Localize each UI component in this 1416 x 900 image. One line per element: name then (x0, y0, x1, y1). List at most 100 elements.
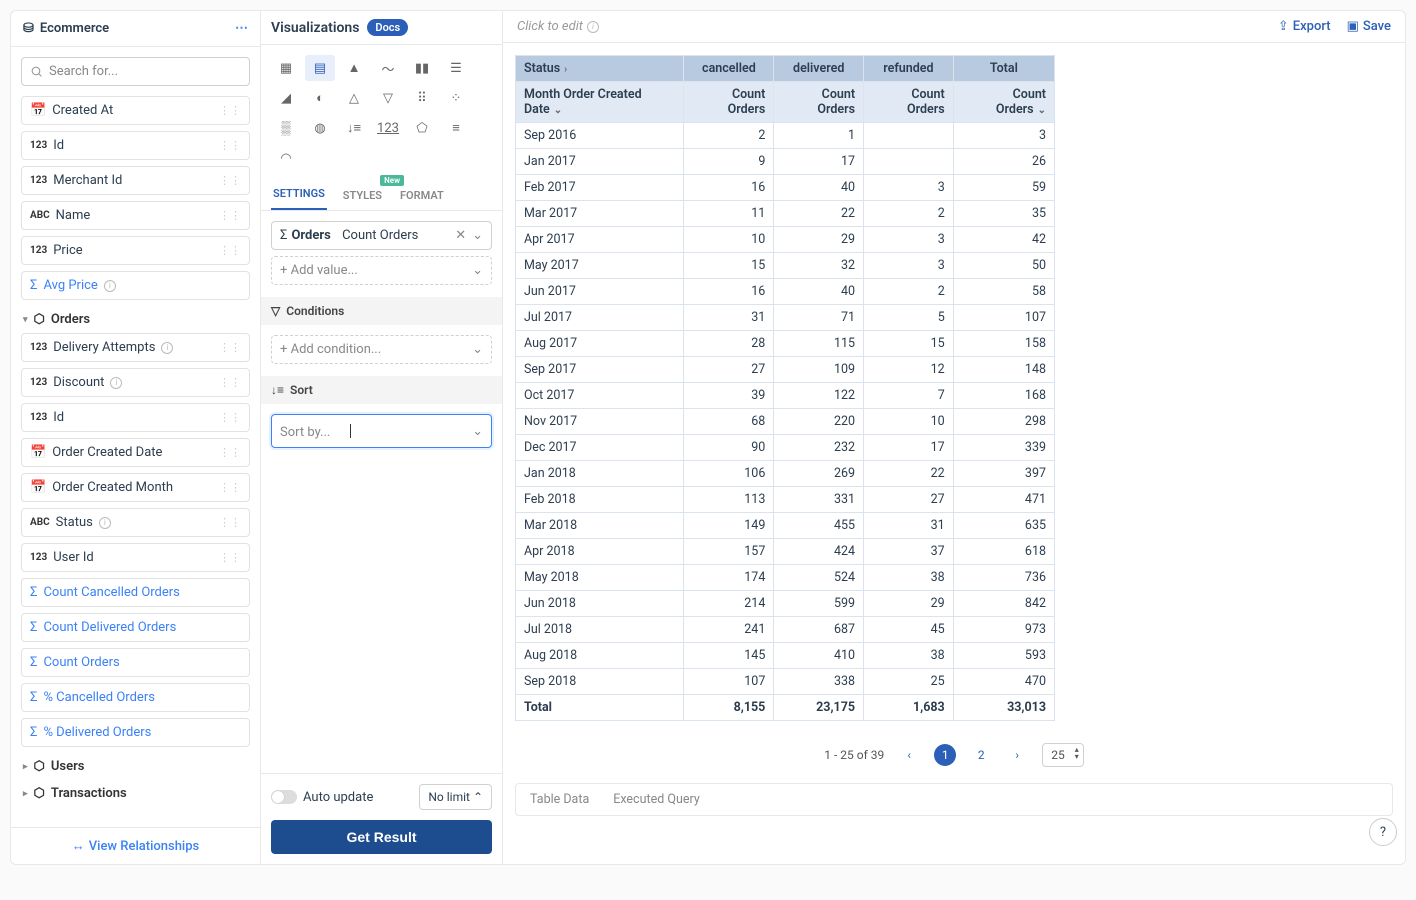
field-item[interactable]: 123User Id⋮⋮ (21, 543, 250, 572)
viz-sort-icon[interactable]: ↓≡ (339, 115, 369, 141)
save-button[interactable]: ▣Save (1347, 19, 1391, 34)
field-item[interactable]: 📅Order Created Date⋮⋮ (21, 438, 250, 467)
measure-item[interactable]: ΣCount Delivered Orders (21, 613, 250, 642)
viz-scatter-icon[interactable]: ⠿ (407, 85, 437, 111)
cell-month: Apr 2018 (516, 539, 684, 565)
sort-header: ↓≡Sort (261, 376, 502, 404)
title-input[interactable]: Click to editi (517, 19, 599, 34)
field-item[interactable]: 📅Order Created Month⋮⋮ (21, 473, 250, 502)
grip-icon[interactable]: ⋮⋮ (219, 481, 241, 494)
add-value-button[interactable]: + Add value...⌄ (271, 256, 492, 285)
grip-icon[interactable]: ⋮⋮ (219, 411, 241, 424)
table-row: Feb 20171640359 (516, 175, 1055, 201)
field-item[interactable]: 123Delivery Attempts i⋮⋮ (21, 333, 250, 362)
tab-executed-query[interactable]: Executed Query (613, 792, 700, 807)
sub-header[interactable]: Count Orders (684, 82, 774, 123)
grip-icon[interactable]: ⋮⋮ (219, 209, 241, 222)
grip-icon[interactable]: ⋮⋮ (219, 551, 241, 564)
sub-header[interactable]: Count Orders (774, 82, 864, 123)
page-1-button[interactable]: 1 (934, 744, 956, 766)
measure-item[interactable]: Σ% Delivered Orders (21, 718, 250, 747)
viz-map-icon[interactable]: ◍ (305, 115, 335, 141)
next-page-button[interactable]: › (1006, 744, 1028, 766)
page-2-button[interactable]: 2 (970, 744, 992, 766)
cell: 232 (774, 435, 864, 461)
docs-badge[interactable]: Docs (367, 19, 408, 36)
viz-heatmap-icon[interactable]: ▒ (271, 115, 301, 141)
auto-update-toggle[interactable] (271, 790, 297, 804)
grip-icon[interactable]: ⋮⋮ (219, 174, 241, 187)
grip-icon[interactable]: ⋮⋮ (219, 516, 241, 529)
month-header[interactable]: Month Order Created Date⌄ (516, 82, 684, 123)
help-button[interactable]: ? (1369, 818, 1397, 846)
status-header[interactable]: Status› (516, 56, 684, 82)
col-header[interactable]: refunded (864, 56, 954, 82)
viz-number-icon[interactable]: 123 (373, 115, 403, 141)
viz-pivot-icon[interactable]: ▤ (305, 55, 335, 81)
grip-icon[interactable]: ⋮⋮ (219, 139, 241, 152)
viz-polygon-icon[interactable]: ⬠ (407, 115, 437, 141)
viz-gauge-icon[interactable]: ◠ (271, 145, 301, 171)
field-item[interactable]: ABCStatus i⋮⋮ (21, 508, 250, 537)
page-size-select[interactable]: 25▴▾ (1042, 743, 1084, 767)
grip-icon[interactable]: ⋮⋮ (219, 341, 241, 354)
group-orders[interactable]: ▾⬡Orders (21, 306, 250, 333)
grip-icon[interactable]: ⋮⋮ (219, 376, 241, 389)
viz-funnel-icon[interactable]: ▽ (373, 85, 403, 111)
sub-header[interactable]: Count Orders (864, 82, 954, 123)
caret-down-icon[interactable]: ⌄ (472, 228, 483, 243)
type-icon: 123 (30, 377, 47, 388)
viz-bar-icon[interactable]: ▲ (339, 55, 369, 81)
grip-icon[interactable]: ⋮⋮ (219, 446, 241, 459)
col-header[interactable]: delivered (774, 56, 864, 82)
field-item[interactable]: 123Id⋮⋮ (21, 131, 250, 160)
field-item[interactable]: 📅Created At⋮⋮ (21, 96, 250, 125)
grip-icon[interactable]: ⋮⋮ (219, 104, 241, 117)
measure-item[interactable]: ΣCount Orders (21, 648, 250, 677)
viz-hbar-icon[interactable]: ☰ (441, 55, 471, 81)
sub-header[interactable]: Count Orders⌄ (953, 82, 1054, 123)
tab-table-data[interactable]: Table Data (530, 792, 589, 807)
col-header[interactable]: Total (953, 56, 1054, 82)
sigma-icon: Σ (30, 725, 37, 740)
cell: 593 (953, 643, 1054, 669)
tab-settings[interactable]: SETTINGS (271, 179, 327, 210)
viz-bubble-icon[interactable]: ⁘ (441, 85, 471, 111)
col-header[interactable]: cancelled (684, 56, 774, 82)
viz-table-icon[interactable]: ▦ (271, 55, 301, 81)
viz-line-icon[interactable]: 〜 (373, 55, 403, 81)
measure-item[interactable]: Σ% Cancelled Orders (21, 683, 250, 712)
grip-icon[interactable]: ⋮⋮ (219, 244, 241, 257)
prev-page-button[interactable]: ‹ (898, 744, 920, 766)
model-menu-button[interactable]: ⋯ (235, 21, 248, 36)
measure-avg-price[interactable]: ΣAvg Pricei (21, 271, 250, 300)
group-toggle[interactable]: ▸⬡Users (21, 753, 250, 780)
measure-item[interactable]: ΣCount Cancelled Orders (21, 578, 250, 607)
tab-styles[interactable]: STYLESNew (341, 181, 384, 210)
field-item[interactable]: 123Merchant Id⋮⋮ (21, 166, 250, 195)
sort-input[interactable]: Sort by... ⌄ (271, 414, 492, 448)
value-pill[interactable]: ΣOrders Count Orders ✕⌄ (271, 221, 492, 250)
viz-list-icon[interactable]: ≡ (441, 115, 471, 141)
viz-area-icon[interactable]: ◢ (271, 85, 301, 111)
field-item[interactable]: 123Price⋮⋮ (21, 236, 250, 265)
cell: 470 (953, 669, 1054, 695)
get-result-button[interactable]: Get Result (271, 820, 492, 854)
add-condition-button[interactable]: + Add condition...⌄ (271, 335, 492, 364)
field-item[interactable]: ABCName⋮⋮ (21, 201, 250, 230)
search-input[interactable]: Search for... (21, 57, 250, 86)
group-toggle[interactable]: ▸⬡Transactions (21, 780, 250, 807)
table-row: Feb 201811333127471 (516, 487, 1055, 513)
viz-pie-icon[interactable]: ◐ (305, 85, 335, 111)
limit-dropdown[interactable]: No limit ⌃ (419, 784, 492, 810)
export-button[interactable]: ⇪Export (1278, 19, 1331, 34)
remove-value-icon[interactable]: ✕ (455, 228, 466, 243)
cell (864, 149, 954, 175)
field-item[interactable]: 123Discount i⋮⋮ (21, 368, 250, 397)
view-relationships-link[interactable]: ↔View Relationships (11, 827, 260, 864)
cell: 1 (774, 123, 864, 149)
viz-pyramid-icon[interactable]: △ (339, 85, 369, 111)
viz-column-icon[interactable]: ▮▮ (407, 55, 437, 81)
field-item[interactable]: 123Id⋮⋮ (21, 403, 250, 432)
tab-format[interactable]: FORMAT (398, 181, 446, 210)
